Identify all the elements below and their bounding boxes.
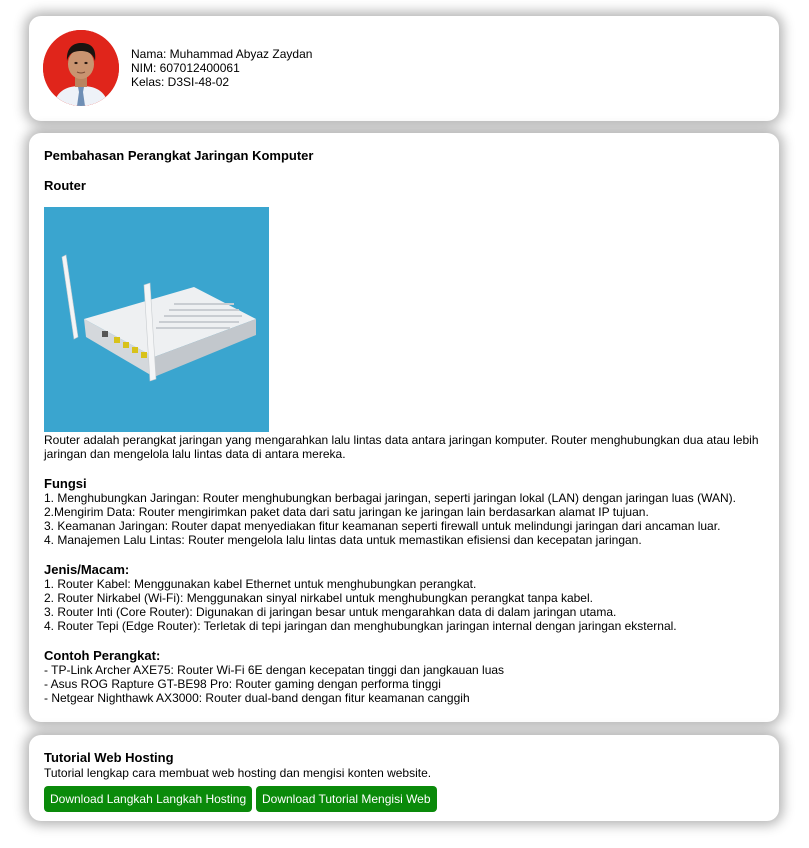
section-title: Contoh Perangkat: [44, 648, 161, 663]
hosting-description: Tutorial lengkap cara membuat web hostin… [44, 766, 432, 780]
hosting-card: Tutorial Web Hosting Tutorial lengkap ca… [29, 735, 779, 821]
list-item: 2.Mengirim Data: Router mengirimkan pake… [44, 505, 649, 519]
router-article-card: Pembahasan Perangkat Jaringan Komputer R… [29, 133, 779, 722]
item-title: Router [44, 178, 86, 193]
list-item: 4. Router Tepi (Edge Router): Terletak d… [44, 619, 677, 633]
hosting-title: Tutorial Web Hosting [44, 750, 174, 765]
list-item: 1. Router Kabel: Menggunakan kabel Ether… [44, 577, 477, 591]
list-item: 3. Router Inti (Core Router): Digunakan … [44, 605, 617, 619]
article-content: Pembahasan Perangkat Jaringan Komputer R… [44, 148, 764, 705]
list-item: 3. Keamanan Jaringan: Router dapat menye… [44, 519, 721, 533]
profile-name: Nama: Muhammad Abyaz Zaydan [131, 47, 313, 61]
list-item: 1. Menghubungkan Jaringan: Router menghu… [44, 491, 736, 505]
profile-nim: NIM: 607012400061 [131, 61, 240, 75]
avatar [43, 30, 119, 106]
download-hosting-steps-button[interactable]: Download Langkah Langkah Hosting [44, 786, 253, 812]
section-contoh: Contoh Perangkat: - TP-Link Archer AXE75… [44, 648, 764, 705]
router-description: Router adalah perangkat jaringan yang me… [44, 433, 759, 461]
download-web-tutorial-button[interactable]: Download Tutorial Mengisi Web [256, 786, 437, 812]
avatar-photo [43, 30, 119, 106]
section-fungsi: Fungsi 1. Menghubungkan Jaringan: Router… [44, 476, 764, 547]
section-title: Jenis/Macam: [44, 562, 130, 577]
list-item: - Netgear Nighthawk AX3000: Router dual-… [44, 691, 470, 705]
profile-card: Nama: Muhammad Abyaz Zaydan NIM: 6070124… [29, 16, 779, 121]
section-jenis: Jenis/Macam: 1. Router Kabel: Menggunaka… [44, 562, 764, 633]
profile-kelas: Kelas: D3SI-48-02 [131, 75, 230, 89]
list-item: - Asus ROG Rapture GT-BE98 Pro: Router g… [44, 677, 441, 691]
profile-info: Nama: Muhammad Abyaz Zaydan NIM: 6070124… [131, 47, 312, 89]
router-image [44, 207, 269, 432]
list-item: - TP-Link Archer AXE75: Router Wi-Fi 6E … [44, 663, 505, 677]
page-title: Pembahasan Perangkat Jaringan Komputer [44, 148, 314, 163]
list-item: 4. Manajemen Lalu Lintas: Router mengelo… [44, 533, 642, 547]
section-title: Fungsi [44, 476, 87, 491]
list-item: 2. Router Nirkabel (Wi-Fi): Menggunakan … [44, 591, 593, 605]
